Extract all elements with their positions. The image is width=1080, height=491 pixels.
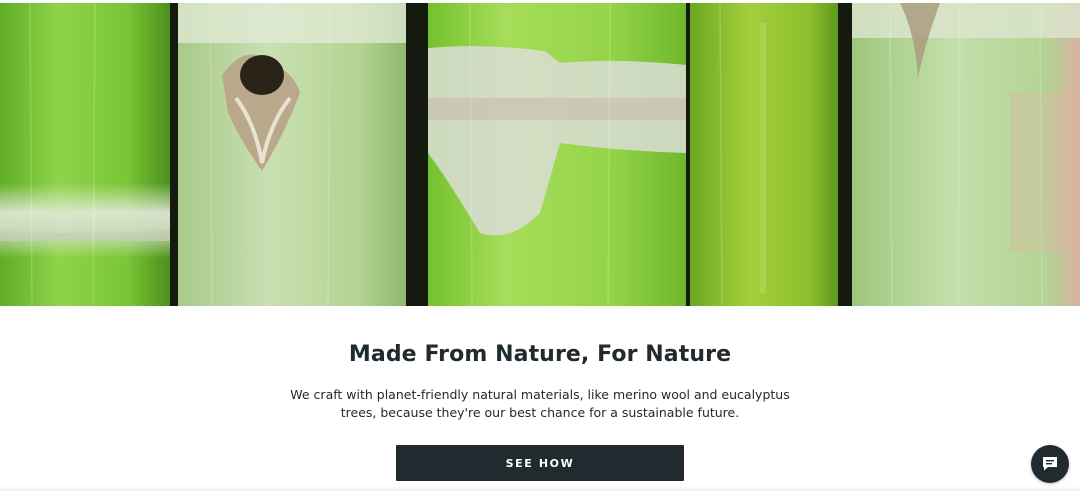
see-how-button[interactable]: SEE HOW bbox=[396, 445, 684, 481]
page-title: Made From Nature, For Nature bbox=[348, 342, 732, 367]
bottom-divider bbox=[0, 486, 1080, 491]
hero-image bbox=[0, 3, 1080, 306]
description-line-2: trees, because they're our best chance f… bbox=[340, 405, 740, 420]
page: Made From Nature, For Nature We craft wi… bbox=[0, 0, 1080, 491]
sugarcane-stalks-image bbox=[0, 3, 1080, 306]
content-section: Made From Nature, For Nature We craft wi… bbox=[0, 306, 1080, 491]
chat-button[interactable] bbox=[1031, 445, 1069, 483]
description-text: We craft with planet-friendly natural ma… bbox=[290, 386, 790, 422]
description-line-1: We craft with planet-friendly natural ma… bbox=[290, 387, 790, 402]
chat-bubble-icon bbox=[1043, 457, 1057, 471]
